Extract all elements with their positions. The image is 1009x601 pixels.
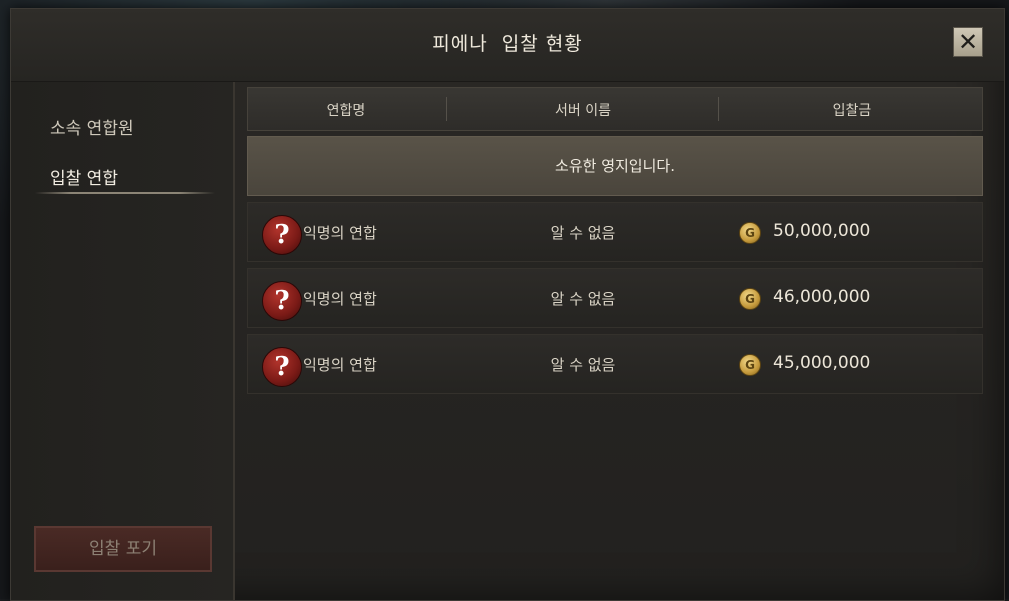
owned-territory-notice: 소유한 영지입니다.: [247, 136, 983, 196]
bid-table: 연합명 서버 이름 입찰금 소유한 영지입니다. ? 익명의 연합 알 수 없음…: [247, 87, 983, 394]
table-row[interactable]: ? 익명의 연합 알 수 없음 G 50,000,000: [247, 202, 983, 262]
close-icon: ✕: [957, 28, 979, 56]
server-name: 알 수 없음: [550, 290, 616, 308]
alliance-name: 익명의 연합: [303, 224, 377, 242]
alliance-name: 익명의 연합: [303, 356, 377, 374]
sidebar-item-bidding-alliances[interactable]: 입찰 연합: [50, 164, 118, 189]
give-up-bid-button[interactable]: 입찰 포기: [34, 526, 212, 572]
header-server-name: 서버 이름: [555, 103, 611, 119]
header-divider: [718, 97, 719, 121]
header-alliance-name: 연합명: [326, 103, 366, 119]
bid-amount: 45,000,000: [773, 353, 871, 373]
header-divider: [446, 97, 447, 121]
gold-coin-icon: G: [739, 222, 761, 244]
question-mark-icon: ?: [262, 215, 302, 255]
server-name: 알 수 없음: [550, 224, 616, 242]
close-button[interactable]: ✕: [953, 27, 983, 57]
server-name: 알 수 없음: [550, 356, 616, 374]
question-mark-icon: ?: [262, 281, 302, 321]
sidebar-item-members[interactable]: 소속 연합원: [50, 114, 134, 139]
gold-coin-icon: G: [739, 288, 761, 310]
alliance-name: 익명의 연합: [303, 290, 377, 308]
bid-status-window: 피에나 입찰 현황 ✕ 소속 연합원 입찰 연합 입찰 포기 연합명 서버 이름…: [10, 8, 1005, 601]
sidebar: 소속 연합원 입찰 연합 입찰 포기: [11, 82, 235, 600]
bid-amount: 46,000,000: [773, 287, 871, 307]
question-mark-icon: ?: [262, 347, 302, 387]
header-bid-amount: 입찰금: [832, 103, 872, 119]
active-tab-underline: [35, 192, 215, 194]
title-bar: 피에나 입찰 현황 ✕: [11, 9, 1004, 82]
table-header: 연합명 서버 이름 입찰금: [247, 87, 983, 131]
bid-amount: 50,000,000: [773, 221, 871, 241]
window-title: 피에나 입찰 현황: [432, 33, 583, 55]
table-row[interactable]: ? 익명의 연합 알 수 없음 G 45,000,000: [247, 334, 983, 394]
gold-coin-icon: G: [739, 354, 761, 376]
table-row[interactable]: ? 익명의 연합 알 수 없음 G 46,000,000: [247, 268, 983, 328]
